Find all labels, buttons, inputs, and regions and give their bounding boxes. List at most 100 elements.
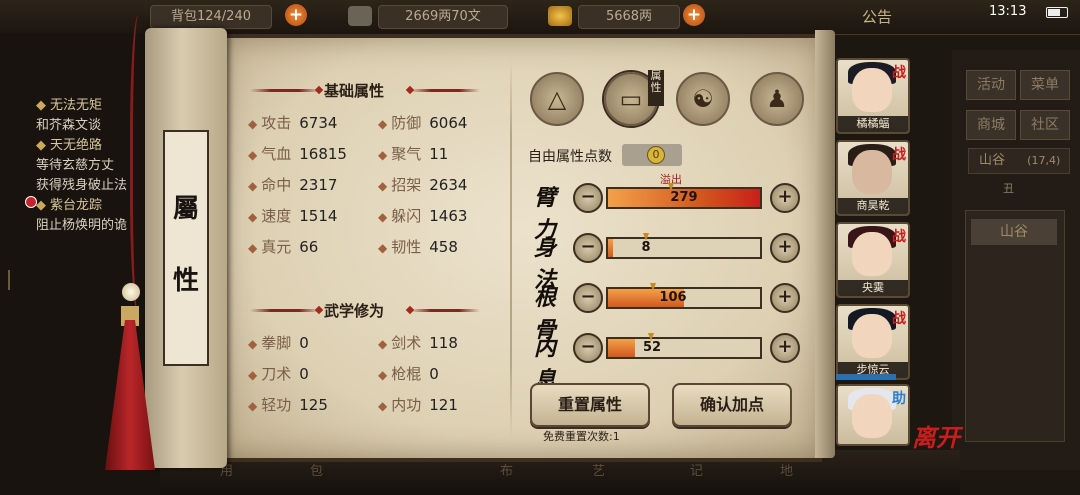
scroll-title-char: 屬	[172, 194, 199, 224]
agility-plus-button[interactable]: +	[770, 233, 800, 263]
breath-value: 52	[642, 340, 662, 355]
activity-button[interactable]: 活动	[966, 70, 1016, 100]
quest-desc: 和芥森文谈	[36, 118, 102, 133]
location-name: 山谷	[979, 153, 1006, 168]
leader-bar	[836, 374, 896, 380]
basic-attributes-title: 基础属性	[324, 82, 385, 100]
free-reset-count: 免费重置次数:1	[543, 430, 620, 443]
add-bag-button[interactable]: +	[285, 4, 307, 26]
party-member-name: 商昊乾	[838, 198, 908, 214]
stat-hp: ◆ 气血 16815	[248, 145, 347, 163]
battle-tag: 战	[892, 147, 906, 163]
stat-essence: ◆ 真元 66	[248, 238, 319, 256]
bottom-item[interactable]: 布	[500, 460, 513, 479]
battle-tag: 战	[892, 311, 906, 327]
constitution-value: 106	[659, 290, 687, 305]
quest-item[interactable]: ◆ 紫台龙踪	[36, 194, 102, 213]
column-divider	[510, 60, 512, 440]
party-member[interactable]: 战 央霙	[836, 222, 910, 298]
battery-icon	[1046, 7, 1068, 18]
section-divider	[250, 89, 320, 92]
quest-item[interactable]: ◆ 无法无矩	[36, 94, 102, 113]
bottom-item[interactable]: 记	[690, 460, 703, 479]
stat-fist: ◆ 拳脚 0	[248, 334, 309, 352]
clock: 13:13	[989, 4, 1027, 19]
party-member[interactable]: 战 商昊乾	[836, 140, 910, 216]
quest-desc: 阻止杨焕明的诡	[36, 218, 128, 233]
strength-minus-button[interactable]: −	[573, 183, 603, 213]
quest-desc: 等待玄慈方丈	[36, 158, 115, 173]
gold-icon	[548, 6, 572, 26]
constitution-minus-button[interactable]: −	[573, 283, 603, 313]
stat-blade: ◆ 刀术 0	[248, 365, 309, 383]
attribute-tab-tag: 属性	[648, 70, 664, 106]
stat-sword: ◆ 剑术 118	[378, 334, 458, 352]
battle-tag: 战	[892, 229, 906, 245]
battle-tag: 战	[892, 65, 906, 81]
stat-spear: ◆ 枪棍 0	[378, 365, 439, 383]
strength-bar: 279	[606, 183, 762, 209]
scroll-title-plate: 屬 性	[163, 130, 209, 366]
stat-accuracy: ◆ 命中 2317	[248, 176, 338, 194]
jade-bead	[122, 283, 140, 301]
martial-title: 武学修为	[324, 302, 385, 320]
strength-value: 279	[670, 190, 698, 205]
bag-capacity: 背包124/240	[150, 5, 272, 29]
party-member[interactable]: 助	[836, 384, 910, 446]
add-gold-button[interactable]: +	[683, 4, 705, 26]
free-points-value: 0	[647, 146, 665, 164]
stat-lightness: ◆ 轻功 125	[248, 396, 328, 414]
meridian-figure-icon[interactable]: ♟	[750, 72, 804, 126]
constitution-plus-button[interactable]: +	[770, 283, 800, 313]
community-button[interactable]: 社区	[1020, 110, 1070, 140]
silver-icon	[348, 6, 372, 26]
breath-bar: 52	[606, 333, 762, 359]
bottom-item[interactable]: 艺	[592, 460, 605, 479]
assist-tag: 助	[892, 391, 906, 407]
map-location-button[interactable]: 山谷	[971, 219, 1057, 245]
scroll-edge	[815, 30, 835, 458]
agility-minus-button[interactable]: −	[573, 233, 603, 263]
quest-desc: 获得残身破止法	[36, 178, 128, 193]
stat-attack: ◆ 攻击 6734	[248, 114, 338, 132]
shop-button[interactable]: 商城	[966, 110, 1016, 140]
breath-minus-button[interactable]: −	[573, 333, 603, 363]
stat-inner: ◆ 内功 121	[378, 396, 458, 414]
menu-button[interactable]: 菜单	[1020, 70, 1070, 100]
party-member[interactable]: 战 橘橘蝠	[836, 58, 910, 134]
money-display: 2669两70文	[378, 5, 508, 29]
stat-qi: ◆ 聚气 11	[378, 145, 449, 163]
leave-button[interactable]: 离开	[912, 418, 960, 453]
stat-defense: ◆ 防御 6064	[378, 114, 468, 132]
stat-speed: ◆ 速度 1514	[248, 207, 338, 225]
bottom-item[interactable]: 地	[780, 460, 793, 479]
collapse-arrow-icon[interactable]	[8, 270, 30, 290]
stat-toughness: ◆ 韧性 458	[378, 238, 458, 256]
bottom-item[interactable]: 包	[310, 460, 323, 479]
party-member-name: 橘橘蝠	[838, 116, 908, 132]
time-label: 丑	[1003, 182, 1014, 195]
location-coords: (17,4)	[1027, 154, 1061, 167]
agility-bar: 8	[606, 233, 762, 259]
section-divider	[250, 309, 320, 312]
confirm-points-button[interactable]: 确认加点	[672, 383, 792, 427]
stat-parry: ◆ 招架 2634	[378, 176, 468, 194]
agility-value: 8	[641, 240, 651, 255]
bagua-icon[interactable]: ☯	[676, 72, 730, 126]
notice-button[interactable]: 公告	[862, 6, 892, 27]
reset-attributes-button[interactable]: 重置属性	[530, 383, 650, 427]
free-points-label: 自由属性点数	[528, 149, 612, 165]
breath-plus-button[interactable]: +	[770, 333, 800, 363]
quest-item[interactable]: ◆ 天无绝路	[36, 134, 102, 153]
hat-icon[interactable]: △	[530, 72, 584, 126]
strength-plus-button[interactable]: +	[770, 183, 800, 213]
scroll-title-char: 性	[172, 266, 199, 296]
section-divider	[410, 309, 480, 312]
party-member-name: 央霙	[838, 280, 908, 296]
constitution-bar: 106	[606, 283, 762, 309]
location-display: 山谷 (17,4)	[968, 148, 1070, 174]
section-divider	[410, 89, 480, 92]
gold-display: 5668两	[578, 5, 680, 29]
stat-dodge: ◆ 躲闪 1463	[378, 207, 468, 225]
party-member-selected[interactable]: 战 步惊云	[836, 304, 910, 380]
